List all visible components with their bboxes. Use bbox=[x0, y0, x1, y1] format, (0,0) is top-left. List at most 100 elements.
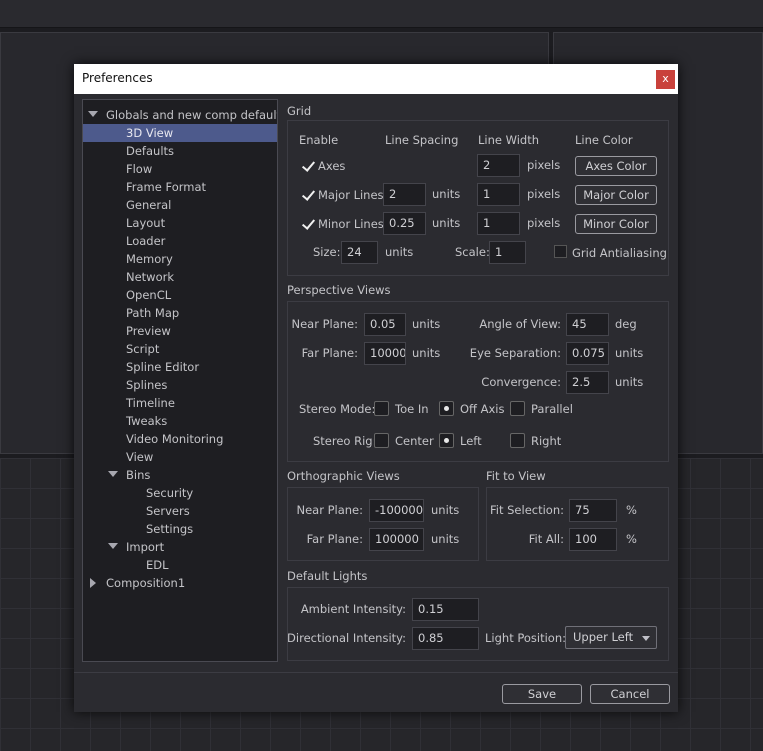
perspective-near-input[interactable]: 0.05 bbox=[364, 313, 406, 336]
size-unit: units bbox=[385, 245, 414, 259]
tree-item-timeline[interactable]: Timeline bbox=[83, 394, 175, 412]
convergence-input[interactable]: 2.5 bbox=[566, 371, 609, 394]
tree-item-path-map[interactable]: Path Map bbox=[83, 304, 179, 322]
preferences-dialog: Preferences x Globals and new comp defau… bbox=[74, 64, 678, 712]
light-position-select[interactable]: Upper Left bbox=[565, 626, 657, 649]
stereo-rig-label: Stereo Rig: bbox=[313, 434, 377, 448]
tree-item-network[interactable]: Network bbox=[83, 268, 174, 286]
tree-item-view[interactable]: View bbox=[83, 448, 153, 466]
tree-item-video-monitoring[interactable]: Video Monitoring bbox=[83, 430, 223, 448]
minor-lines-checkbox[interactable] bbox=[300, 216, 315, 231]
cancel-button[interactable]: Cancel bbox=[590, 684, 670, 704]
major-spacing-unit: units bbox=[432, 187, 461, 201]
minor-color-button[interactable]: Minor Color bbox=[575, 214, 657, 234]
line-color-header: Line Color bbox=[575, 133, 633, 147]
stereo-mode-label: Stereo Mode: bbox=[299, 402, 376, 416]
angle-of-view-label: Angle of View: bbox=[479, 317, 561, 331]
tree-item-security[interactable]: Security bbox=[83, 484, 193, 502]
perspective-far-unit: units bbox=[412, 346, 441, 360]
fit-selection-label: Fit Selection: bbox=[489, 503, 564, 517]
enable-header: Enable bbox=[299, 133, 339, 147]
line-spacing-header: Line Spacing bbox=[385, 133, 459, 147]
tree-item-layout[interactable]: Layout bbox=[83, 214, 165, 232]
minor-spacing-input[interactable]: 0.25 bbox=[383, 212, 426, 235]
convergence-label: Convergence: bbox=[481, 375, 561, 389]
tree-item-servers[interactable]: Servers bbox=[83, 502, 190, 520]
light-position-label: Light Position: bbox=[485, 631, 567, 645]
tree-item-edl[interactable]: EDL bbox=[83, 556, 169, 574]
major-width-input[interactable]: 1 bbox=[477, 183, 520, 206]
major-spacing-input[interactable]: 2 bbox=[383, 183, 426, 206]
close-icon: x bbox=[662, 72, 669, 85]
ortho-near-unit: units bbox=[431, 503, 460, 517]
stereo-rig-left-label: Left bbox=[460, 434, 482, 448]
ortho-far-label: Far Plane: bbox=[306, 532, 363, 546]
tree-item-frame-format[interactable]: Frame Format bbox=[83, 178, 206, 196]
stereo-mode-off-axis-label: Off Axis bbox=[460, 402, 505, 416]
tree-item-tweaks[interactable]: Tweaks bbox=[83, 412, 167, 430]
stereo-mode-toe-in-radio[interactable] bbox=[374, 401, 389, 416]
stereo-mode-parallel-radio[interactable] bbox=[510, 401, 525, 416]
footer-separator bbox=[74, 672, 678, 673]
tree-item-spline-editor[interactable]: Spline Editor bbox=[83, 358, 199, 376]
tree-item-defaults[interactable]: Defaults bbox=[83, 142, 174, 160]
stereo-mode-off-axis-radio[interactable] bbox=[439, 401, 454, 416]
ortho-near-input[interactable]: -100000 bbox=[369, 499, 424, 522]
tree-item-globals[interactable]: Globals and new comp defaults bbox=[83, 106, 277, 124]
fit-to-view-section-title: Fit to View bbox=[486, 469, 546, 483]
axes-color-button[interactable]: Axes Color bbox=[575, 156, 657, 176]
stereo-rig-center-radio[interactable] bbox=[374, 433, 389, 448]
ortho-far-input[interactable]: 100000 bbox=[369, 528, 424, 551]
tree-item-preview[interactable]: Preview bbox=[83, 322, 171, 340]
ambient-intensity-label: Ambient Intensity: bbox=[300, 602, 406, 616]
directional-intensity-input[interactable]: 0.85 bbox=[412, 627, 479, 650]
tree-item-splines[interactable]: Splines bbox=[83, 376, 167, 394]
minor-spacing-unit: units bbox=[432, 216, 461, 230]
axes-width-unit: pixels bbox=[527, 158, 561, 172]
major-color-button[interactable]: Major Color bbox=[575, 185, 657, 205]
close-button[interactable]: x bbox=[656, 70, 675, 89]
grid-antialiasing-checkbox[interactable] bbox=[554, 245, 567, 258]
tree-item-3d-view[interactable]: 3D View bbox=[83, 124, 277, 142]
tree-item-script[interactable]: Script bbox=[83, 340, 159, 358]
tree-item-loader[interactable]: Loader bbox=[83, 232, 165, 250]
directional-intensity-label: Directional Intensity: bbox=[287, 631, 406, 645]
save-button[interactable]: Save bbox=[502, 684, 582, 704]
scale-label: Scale: bbox=[455, 245, 490, 259]
stereo-mode-parallel-label: Parallel bbox=[531, 402, 573, 416]
major-lines-checkbox[interactable] bbox=[300, 187, 315, 202]
axes-label: Axes bbox=[318, 159, 346, 173]
size-input[interactable]: 24 bbox=[341, 241, 378, 264]
tree-item-opencl[interactable]: OpenCL bbox=[83, 286, 171, 304]
tree-item-import[interactable]: Import bbox=[83, 538, 164, 556]
tree-item-bins[interactable]: Bins bbox=[83, 466, 150, 484]
tree-item-general[interactable]: General bbox=[83, 196, 171, 214]
stereo-rig-right-radio[interactable] bbox=[510, 433, 525, 448]
angle-of-view-unit: deg bbox=[615, 317, 637, 331]
ambient-intensity-input[interactable]: 0.15 bbox=[412, 598, 479, 621]
minor-width-unit: pixels bbox=[527, 216, 561, 230]
dialog-titlebar: Preferences x bbox=[74, 64, 678, 94]
tree-item-settings[interactable]: Settings bbox=[83, 520, 193, 538]
minor-width-input[interactable]: 1 bbox=[477, 212, 520, 235]
axes-width-input[interactable]: 2 bbox=[477, 154, 520, 177]
tree-item-flow[interactable]: Flow bbox=[83, 160, 152, 178]
stereo-rig-left-radio[interactable] bbox=[439, 433, 454, 448]
ortho-far-unit: units bbox=[431, 532, 460, 546]
fit-selection-input[interactable]: 75 bbox=[569, 499, 617, 522]
tree-item-composition1[interactable]: Composition1 bbox=[83, 574, 185, 592]
perspective-far-input[interactable]: 100000 bbox=[364, 342, 406, 365]
dialog-title: Preferences bbox=[82, 71, 153, 85]
axes-checkbox[interactable] bbox=[300, 158, 315, 173]
fit-selection-unit: % bbox=[626, 503, 637, 517]
stereo-rig-right-label: Right bbox=[531, 434, 562, 448]
grid-antialiasing-label: Grid Antialiasing bbox=[572, 246, 667, 260]
angle-of-view-input[interactable]: 45 bbox=[566, 313, 609, 336]
perspective-section-title: Perspective Views bbox=[287, 283, 391, 297]
fit-all-input[interactable]: 100 bbox=[569, 528, 617, 551]
fit-all-unit: % bbox=[626, 532, 637, 546]
scale-input[interactable]: 1 bbox=[489, 241, 526, 264]
tree-item-memory[interactable]: Memory bbox=[83, 250, 173, 268]
light-position-value: Upper Left bbox=[573, 630, 634, 644]
eye-separation-input[interactable]: 0.075 bbox=[566, 342, 609, 365]
